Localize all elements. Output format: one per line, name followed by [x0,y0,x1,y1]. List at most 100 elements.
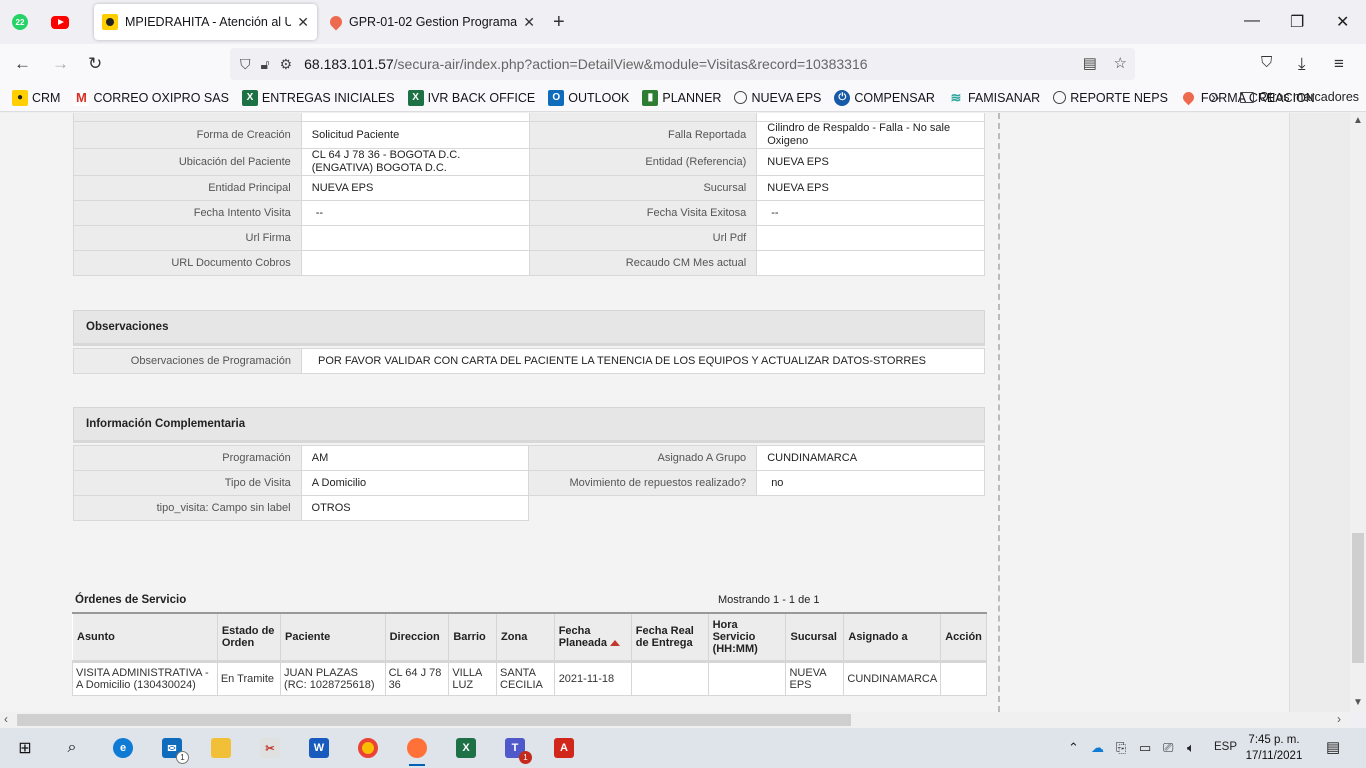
url-bar[interactable]: ⛉ 🔓︎ ⚙ 68.183.101.57/secura-air/index.ph… [230,48,1135,80]
back-icon[interactable]: ← [14,54,31,74]
chevron-more-icon[interactable]: » [1211,89,1219,106]
url-text[interactable]: 68.183.101.57/secura-air/index.php?actio… [304,56,867,72]
field-value: CL 64 J 78 36 - BOGOTA D.C. (ENGATIVA) B… [300,148,530,176]
field-value[interactable] [756,225,985,251]
close-tab-icon[interactable]: ✕ [297,14,309,31]
sort-ascending-icon[interactable] [610,639,620,646]
chevron-up-icon[interactable]: ⌃ [1068,740,1079,756]
close-tab-icon[interactable]: ✕ [523,14,535,31]
bookmark-outlook[interactable]: O OUTLOOK [548,89,629,106]
scroll-left-icon[interactable]: ‹ [4,712,8,726]
pin-icon [1181,89,1197,106]
bookmark-ivr[interactable]: X IVR BACK OFFICE [407,89,535,106]
network-icon[interactable]: ⎚ [1163,740,1173,756]
bookmark-correo[interactable]: M CORREO OXIPRO SAS [73,89,229,106]
pinned-tab-whatsapp[interactable]: 22 [9,11,31,33]
table-row: Observaciones de Programación POR FAVOR … [73,348,985,374]
scroll-down-icon[interactable]: ▼ [1353,697,1363,708]
scroll-thumb[interactable] [1352,533,1364,663]
bookmark-star-icon[interactable]: ☆ [1114,55,1127,72]
field-label: Ubicación del Paciente [73,148,302,176]
restore-icon[interactable]: ❐ [1290,12,1304,32]
field-label: tipo_visita: Campo sin label [73,495,302,521]
pocket-icon[interactable]: ⛉ [1261,54,1272,71]
scroll-right-icon[interactable]: › [1337,712,1341,726]
bookmark-crm[interactable]: ● CRM [12,89,60,106]
vertical-scrollbar[interactable]: ▲ ▼ [1350,113,1366,712]
field-label: Asignado A Grupo [528,445,758,471]
taskbar-acrobat[interactable]: A [549,734,579,762]
taskbar-mail[interactable]: ✉ 1 [157,734,189,764]
field-value: Cilindro de Respaldo - Falla - No sale O… [756,121,985,149]
bookmark-planner[interactable]: ▮ PLANNER [642,89,721,106]
field-value: POR FAVOR VALIDAR CON CARTA DEL PACIENTE… [301,348,985,374]
pinned-tab-youtube[interactable] [49,11,71,33]
column-header[interactable]: Hora Servicio (HH:MM) [707,612,787,661]
field-label: Recaudo CM Mes actual [528,250,758,276]
bookmark-compensar[interactable]: ⏻ COMPENSAR [834,89,935,106]
clock[interactable]: 7:45 p. m. 17/11/2021 [1243,732,1305,764]
cell-paciente[interactable]: JUAN PLAZAS (RC: 1028725618) [280,659,386,696]
column-header[interactable]: Barrio [448,612,498,661]
column-header[interactable]: Asunto [72,612,218,661]
taskbar-word[interactable]: W [304,734,334,762]
taskbar-edge[interactable]: e [108,734,138,762]
field-value [756,250,985,276]
column-header[interactable]: Zona [496,612,555,661]
taskbar-chrome[interactable] [353,734,383,762]
column-header[interactable]: Fecha Planeada [553,612,632,661]
right-panel [998,113,1289,712]
scroll-up-icon[interactable]: ▲ [1353,115,1363,126]
pagination-info: Mostrando 1 - 1 de 1 [718,594,820,606]
taskbar-snipping-tool[interactable]: ✂ [255,734,285,762]
table-row[interactable]: VISITA ADMINISTRATIVA - A Domicilio (130… [72,659,987,696]
onedrive-icon[interactable]: ☁ [1091,740,1104,756]
language-indicator[interactable]: ESP [1214,741,1237,753]
folder-icon [211,738,231,758]
notifications-icon[interactable]: ▤ [1326,738,1340,756]
bookmark-famisanar[interactable]: ≋ FAMISANAR [948,90,1041,106]
minimize-icon[interactable]: — [1244,12,1260,30]
volume-icon[interactable]: 🔈︎ [1187,740,1195,756]
usb-icon[interactable]: ⎘ [1116,740,1126,756]
search-button[interactable]: ⌕ [57,734,87,762]
new-tab-button[interactable]: + [553,12,565,32]
menu-icon[interactable]: ≡ [1334,54,1344,74]
cell-asunto[interactable]: VISITA ADMINISTRATIVA - A Domicilio (130… [72,659,218,696]
column-header[interactable]: Estado de Orden [216,612,282,661]
shield-icon[interactable]: ⛉ [240,56,251,73]
column-header[interactable]: Paciente [280,612,386,661]
field-value: -- [300,200,530,226]
bookmark-nueva-eps[interactable]: NUEVA EPS [734,91,821,105]
tab-gpr[interactable]: GPR-01-02 Gestion Programació ✕ [320,4,543,40]
field-label: Entidad (Referencia) [528,148,758,176]
close-window-icon[interactable]: ✕ [1336,12,1349,32]
navigation-bar: ← → ↻ ⛉ 🔓︎ ⚙ 68.183.101.57/secura-air/in… [0,44,1366,84]
field-value[interactable] [300,250,530,276]
column-header[interactable]: Fecha Real de Entrega [630,612,709,661]
field-value[interactable] [300,225,530,251]
reload-icon[interactable]: ↻ [88,54,102,74]
table-header-row: Asunto Estado de Orden Paciente Direccio… [72,612,987,661]
permissions-icon[interactable]: ⚙ [280,56,293,73]
other-bookmarks[interactable]: Otros marcadores [1240,90,1359,104]
taskbar-excel[interactable]: X [451,734,481,762]
tab-crm[interactable]: MPIEDRAHITA - Atención al Usu ✕ [94,4,317,40]
forward-icon[interactable]: → [52,54,69,74]
bookmark-entregas[interactable]: X ENTREGAS INICIALES [241,89,395,106]
taskbar-file-explorer[interactable] [206,734,236,762]
column-header[interactable]: Direccion [384,612,450,661]
column-header[interactable]: Sucursal [785,612,845,661]
start-button[interactable]: ⊞ [10,734,40,762]
bookmark-reporte-neps[interactable]: REPORTE NEPS [1053,91,1168,105]
battery-icon[interactable]: ▭ [1139,740,1151,756]
cell-accion[interactable] [940,659,987,696]
taskbar-firefox[interactable] [402,734,432,766]
insecure-lock-icon[interactable]: 🔓︎ [261,56,270,73]
scroll-thumb[interactable] [17,714,851,726]
horizontal-scrollbar[interactable]: ‹ › [0,712,1350,728]
downloads-icon[interactable]: ⤓ [1298,54,1306,74]
column-header[interactable]: Asignado a [843,612,942,661]
taskbar-teams[interactable]: T1 [500,734,532,764]
reader-view-icon[interactable]: ▤ [1083,55,1097,72]
